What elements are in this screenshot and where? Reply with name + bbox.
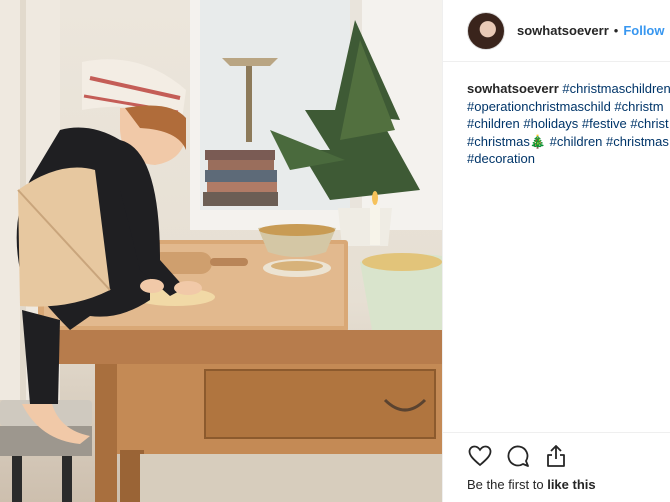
separator-dot: • <box>613 23 619 38</box>
hashtag-link[interactable]: #christmaschildren <box>562 81 670 96</box>
post-sidebar: sowhatsoeverr • Follow sowhatsoeverr #ch… <box>442 0 670 502</box>
caption-line-4[interactable]: #christmas🎄 #children #christmas <box>467 133 670 151</box>
username-link[interactable]: sowhatsoeverr <box>517 23 609 38</box>
likes-text: Be the first to like this <box>443 469 670 492</box>
caption-line-1: sowhatsoeverr #christmaschildren <box>467 80 670 98</box>
caption-username[interactable]: sowhatsoeverr <box>467 81 559 96</box>
post-header: sowhatsoeverr • Follow <box>443 0 670 62</box>
comment-icon[interactable] <box>505 443 531 469</box>
caption-line-3[interactable]: #children #holidays #festive #christ <box>467 115 670 133</box>
caption-line-5[interactable]: #decoration <box>467 150 670 168</box>
heart-icon[interactable] <box>467 443 493 469</box>
share-icon[interactable] <box>543 443 569 469</box>
action-bar <box>443 433 670 469</box>
post-footer: Be the first to like this <box>443 432 670 502</box>
follow-button[interactable]: Follow <box>623 23 664 38</box>
caption-line-2[interactable]: #operationchristmaschild #christm <box>467 98 670 116</box>
photo-illustration <box>0 0 442 502</box>
avatar[interactable] <box>467 11 505 50</box>
post-photo[interactable] <box>0 0 442 502</box>
likes-prefix: Be the first to <box>467 477 548 492</box>
like-this-link[interactable]: like this <box>547 477 595 492</box>
post-caption: sowhatsoeverr #christmaschildren #operat… <box>443 62 670 168</box>
